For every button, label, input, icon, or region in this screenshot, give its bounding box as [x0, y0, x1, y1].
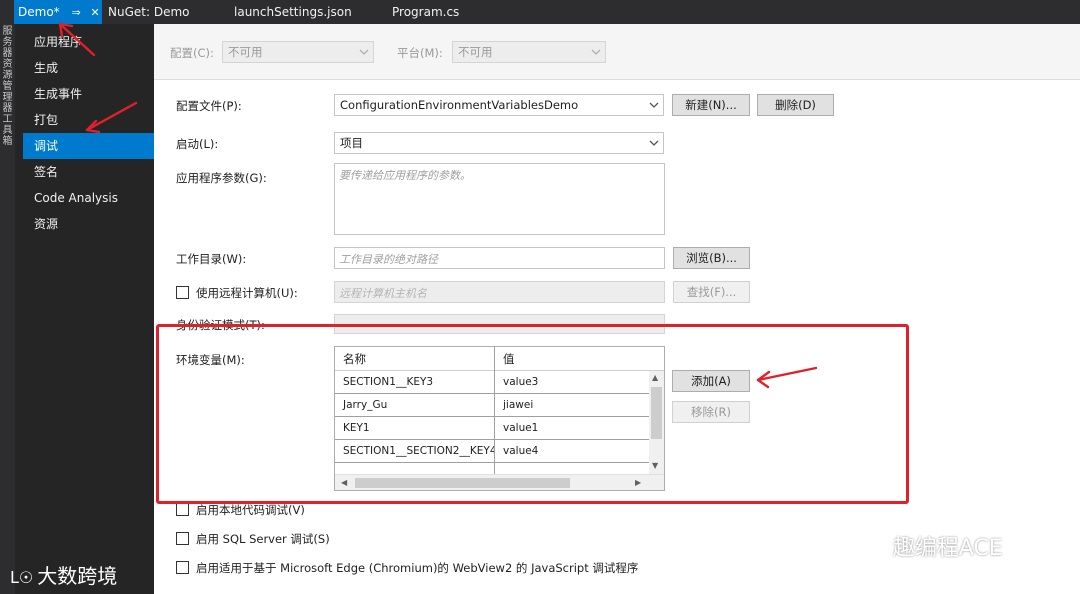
close-icon[interactable]: ✕ — [91, 1, 100, 25]
nav-item-label: 生成事件 — [34, 87, 83, 101]
watermark-left-text: 大数跨境 — [37, 564, 118, 588]
tab-nuget-label: NuGet: Demo — [108, 5, 190, 19]
server-explorer-tab[interactable]: 服务器资源管理器 — [1, 26, 14, 114]
nav-item-build[interactable]: 生成 — [23, 55, 154, 81]
nav-item-build-events[interactable]: 生成事件 — [23, 81, 154, 107]
webview-debug-checkbox[interactable] — [176, 561, 189, 574]
nav-item-signing[interactable]: 签名 — [23, 159, 154, 185]
nav-item-label: 生成 — [34, 61, 59, 75]
find-button: 查找(F)... — [673, 281, 750, 303]
nav-item-label: 资源 — [34, 217, 59, 231]
profile-select[interactable]: ConfigurationEnvironmentVariablesDemo — [334, 94, 664, 116]
config-label: 配置(C): — [170, 46, 214, 60]
browse-button[interactable]: 浏览(B)... — [673, 247, 750, 269]
tab-demo[interactable]: Demo* ⇒ ✕ — [14, 0, 102, 24]
launch-label: 启动(L): — [176, 137, 219, 151]
profile-value: ConfigurationEnvironmentVariablesDemo — [340, 98, 579, 112]
args-label: 应用程序参数(G): — [176, 171, 267, 185]
chevron-down-icon — [649, 95, 659, 115]
tab-launchsettings-label: launchSettings.json — [234, 5, 352, 19]
chevron-down-icon — [591, 42, 601, 62]
tool-window-strip: 服务器资源管理器 工具箱 — [0, 24, 15, 594]
nav-item-resources[interactable]: 资源 — [23, 211, 154, 237]
nav-item-package[interactable]: 打包 — [23, 107, 154, 133]
nav-item-label: 调试 — [34, 139, 59, 153]
platform-select: 不可用 — [452, 41, 606, 63]
nav-item-application[interactable]: 应用程序 — [23, 29, 154, 55]
properties-nav: 应用程序 生成 生成事件 打包 调试 签名 Code Analysis 资源 — [15, 24, 160, 594]
args-textarea[interactable]: 要传递给应用程序的参数。 — [334, 163, 665, 235]
delete-profile-button[interactable]: 删除(D) — [757, 94, 834, 116]
profile-label: 配置文件(P): — [176, 99, 242, 113]
nav-item-label: 应用程序 — [34, 35, 83, 49]
sql-debug-label: 启用 SQL Server 调试(S) — [196, 532, 330, 546]
tab-nuget[interactable]: NuGet: Demo — [104, 0, 189, 24]
chevron-down-icon — [359, 42, 369, 62]
nav-item-label: 签名 — [34, 165, 59, 179]
sql-debug-checkbox[interactable] — [176, 532, 189, 545]
launch-select[interactable]: 项目 — [334, 132, 664, 154]
remote-machine-checkbox[interactable] — [176, 286, 189, 299]
nav-item-code-analysis[interactable]: Code Analysis — [23, 185, 154, 211]
logo-icon: ᒪ☉ — [10, 568, 34, 587]
config-select: 不可用 — [222, 41, 374, 63]
config-value: 不可用 — [228, 45, 263, 59]
highlight-box — [156, 324, 909, 504]
watermark-left: ᒪ☉ 大数跨境 — [10, 560, 117, 589]
remote-label: 使用远程计算机(U): — [196, 286, 298, 300]
tab-program[interactable]: Program.cs — [388, 0, 459, 24]
native-debug-checkbox[interactable] — [176, 503, 189, 516]
tab-demo-label: Demo* — [18, 5, 60, 19]
remote-host-input: 远程计算机主机名 — [334, 281, 665, 303]
platform-label: 平台(M): — [397, 46, 443, 60]
native-debug-label: 启用本地代码调试(V) — [196, 503, 305, 517]
wechat-icon: ❃ — [870, 536, 887, 560]
tab-program-label: Program.cs — [392, 5, 460, 19]
nav-item-label: Code Analysis — [34, 191, 118, 205]
nav-item-label: 打包 — [34, 113, 59, 127]
new-profile-button[interactable]: 新建(N)... — [672, 94, 750, 116]
toolbox-tab[interactable]: 工具箱 — [1, 114, 14, 147]
nav-item-debug[interactable]: 调试 — [23, 133, 160, 159]
workdir-label: 工作目录(W): — [176, 252, 247, 266]
workdir-input[interactable]: 工作目录的绝对路径 — [334, 247, 665, 269]
pin-icon[interactable]: ⇒ — [71, 1, 80, 25]
watermark-right: ❃ 趣编程ACE — [870, 530, 1003, 562]
webview-debug-label: 启用适用于基于 Microsoft Edge (Chromium)的 WebVi… — [196, 561, 639, 575]
document-tab-strip: Demo* ⇒ ✕ NuGet: Demo launchSettings.jso… — [0, 0, 1080, 24]
tab-launchsettings[interactable]: launchSettings.json — [230, 0, 352, 24]
platform-value: 不可用 — [458, 45, 493, 59]
watermark-right-text: 趣编程ACE — [892, 536, 1003, 561]
chevron-down-icon — [649, 133, 659, 153]
launch-value: 项目 — [340, 136, 363, 150]
